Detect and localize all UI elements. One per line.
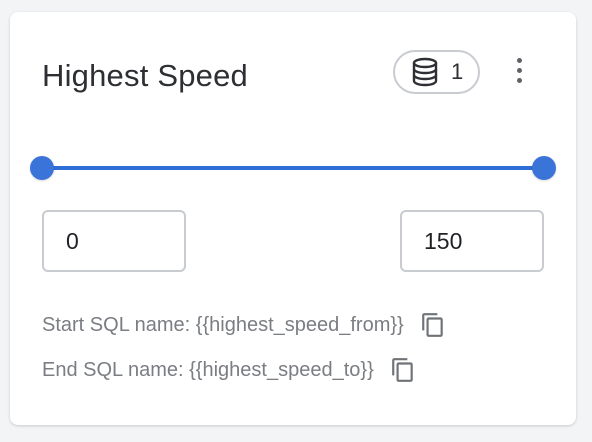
kebab-menu-icon [516,57,522,63]
range-slider-track [42,166,544,170]
datasource-badge[interactable]: 1 [393,50,480,94]
end-sql-name-row: End SQL name: {{highest_speed_to}} [42,357,416,383]
datasource-count: 1 [451,59,464,84]
end-sql-name-text: End SQL name: {{highest_speed_to}} [42,358,374,381]
range-slider[interactable] [30,156,556,180]
copy-icon[interactable] [420,312,446,338]
copy-icon[interactable] [390,357,416,383]
range-slider-min-handle[interactable] [30,156,54,180]
start-sql-name-row: Start SQL name: {{highest_speed_from}} [42,312,446,338]
range-from-input[interactable] [42,210,186,272]
database-icon [409,56,441,88]
range-to-input[interactable] [400,210,544,272]
range-slider-max-handle[interactable] [532,156,556,180]
filter-widget-card: Highest Speed 1 Start SQL name: {{highes… [10,12,576,425]
start-sql-name-text: Start SQL name: {{highest_speed_from}} [42,313,404,336]
widget-title: Highest Speed [42,58,248,93]
more-options-button[interactable] [506,52,532,88]
